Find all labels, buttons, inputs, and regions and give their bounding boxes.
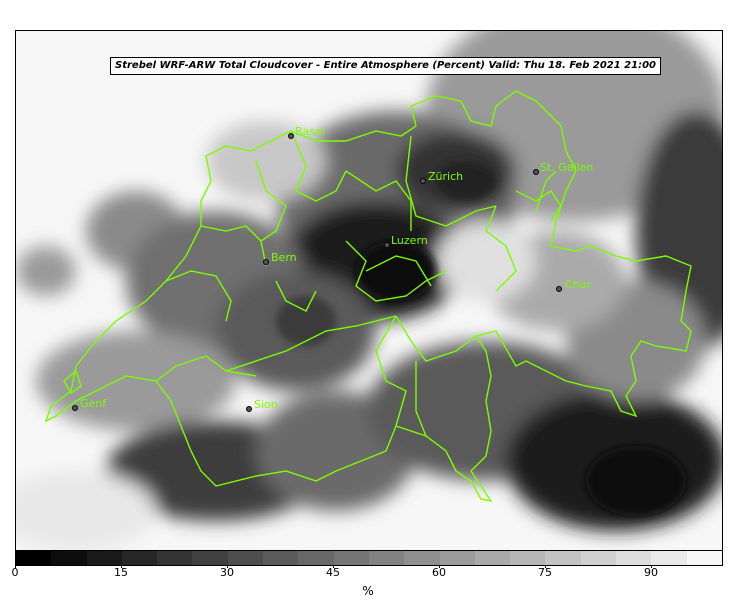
colorbar-unit-label: % (362, 584, 374, 598)
colorbar-tick-75: 75 (538, 566, 552, 579)
city-marker-sion (246, 406, 252, 412)
city-marker-basel (288, 133, 294, 139)
colorbar-tick-15: 15 (114, 566, 128, 579)
city-label-zurich: Zürich (428, 170, 464, 183)
city-label-sion: Sion (254, 398, 278, 411)
city-marker-st-gallen (533, 169, 539, 175)
colorbar-tick-90: 90 (644, 566, 658, 579)
city-marker-bern (263, 259, 269, 265)
city-marker-zurich (420, 178, 426, 184)
city-marker-chur (556, 286, 562, 292)
city-label-chur: Chur (565, 278, 592, 291)
city-label-genf: Genf (80, 397, 107, 410)
cloudcover-field (16, 31, 722, 551)
colorbar-tick-0: 0 (11, 566, 19, 579)
city-marker-genf (72, 405, 78, 411)
map-area (15, 30, 723, 552)
map-title: Strebel WRF-ARW Total Cloudcover - Entir… (110, 57, 662, 75)
colorbar-tick-30: 30 (220, 566, 234, 579)
colorbar-tick-45: 45 (326, 566, 340, 579)
colorbar (15, 550, 723, 566)
city-label-bern: Bern (271, 251, 297, 264)
city-label-st-gallen: St. Gallen (540, 161, 594, 174)
city-label-basel: Basel (295, 125, 325, 138)
city-label-luzern: Luzern (391, 234, 428, 247)
city-marker-luzern (384, 242, 390, 248)
colorbar-tick-60: 60 (432, 566, 446, 579)
